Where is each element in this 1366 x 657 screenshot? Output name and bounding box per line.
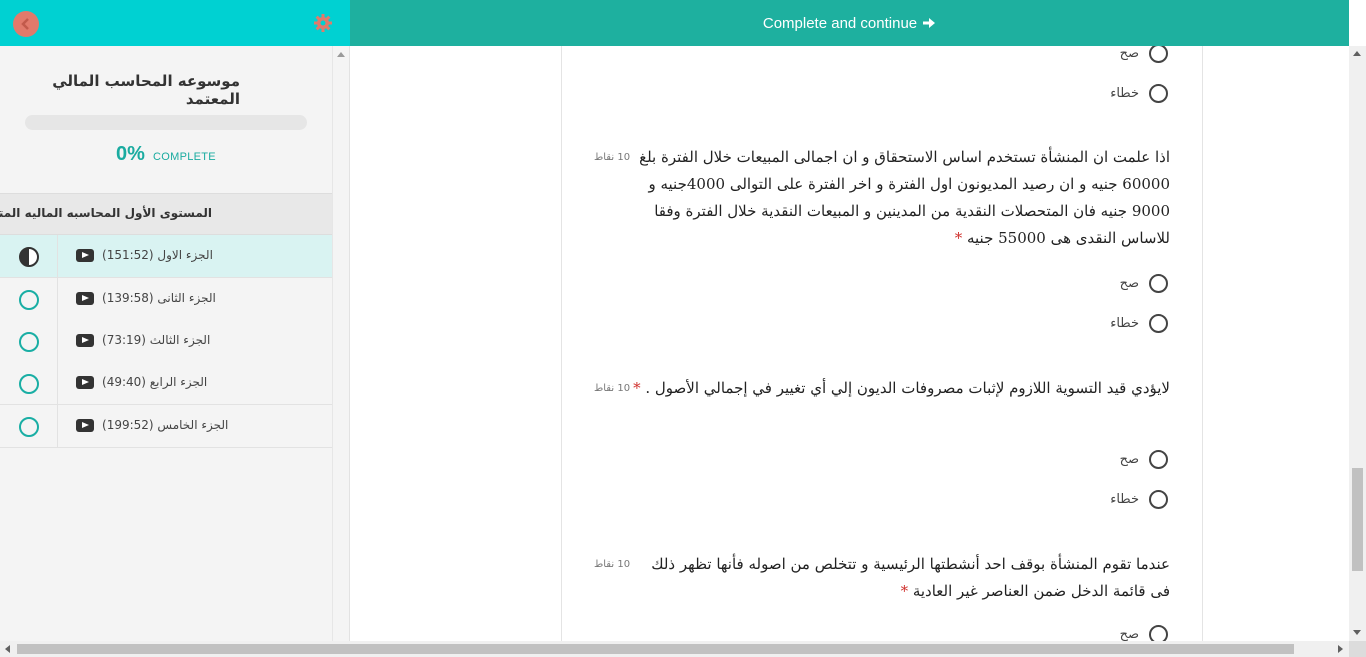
video-play-icon — [76, 249, 94, 262]
question-points: 10 نقاط — [594, 152, 631, 163]
scroll-left-arrow-icon[interactable] — [5, 645, 10, 653]
required-mark: * — [954, 229, 963, 247]
option-true[interactable]: صح — [1120, 46, 1168, 64]
option-false[interactable]: خطاء — [1110, 82, 1168, 104]
course-sidebar: موسوعه المحاسب المالي المعتمد 0% COMPLET… — [0, 0, 350, 657]
page-horizontal-scrollbar[interactable] — [0, 641, 1349, 657]
radio-button[interactable] — [1149, 489, 1168, 509]
radio-button[interactable] — [1149, 313, 1168, 333]
circle-icon — [18, 331, 39, 352]
lesson-label: (الجزء الثانى (139:58 — [102, 291, 216, 305]
scroll-up-arrow-icon[interactable] — [1353, 51, 1361, 56]
quiz-content: صح خطاء اذا علمت ان المنشأة تستخدم اساس … — [561, 46, 1203, 641]
radio-button[interactable] — [1149, 449, 1168, 469]
complete-and-continue-label: Complete and continue — [762, 14, 918, 32]
lesson-label: (الجزء الاول (151:52 — [102, 248, 213, 262]
option-false[interactable]: خطاء — [1110, 312, 1168, 334]
question-body: اذا علمت ان المنشأة تستخدم اساس الاستحقا… — [639, 148, 1170, 247]
lesson-item[interactable]: (الجزء الرابع (49:40 — [0, 362, 332, 405]
lesson-status — [0, 405, 58, 448]
lesson-status — [0, 362, 58, 405]
progress-percent: 0% — [116, 143, 145, 165]
scrollbar-thumb[interactable] — [17, 644, 1294, 654]
option-label: خطاء — [1110, 85, 1139, 101]
lesson-status — [0, 278, 58, 321]
radio-button[interactable] — [1149, 83, 1168, 103]
settings-button[interactable] — [313, 13, 333, 33]
question-points: 10 نقاط — [594, 383, 631, 394]
complete-and-continue-button[interactable]: Complete and continue — [350, 0, 1349, 46]
lesson-label: (الجزء الخامس (199:52 — [102, 418, 229, 432]
circle-icon — [18, 373, 39, 394]
option-label: خطاء — [1110, 315, 1139, 331]
video-play-icon — [76, 376, 94, 389]
lesson-item[interactable]: (الجزء الخامس (199:52 — [0, 405, 332, 448]
radio-button[interactable] — [1149, 46, 1168, 63]
radio-button[interactable] — [1149, 624, 1168, 641]
video-play-icon — [76, 334, 94, 347]
arrow-right-icon — [923, 18, 936, 28]
question-text: لايؤدي قيد التسوية اللازوم لإثبات مصروفا… — [630, 375, 1170, 402]
question-body: عندما تقوم المنشأة بوقف احد أنشطتها الرئ… — [651, 555, 1170, 600]
sidebar-scrollbar[interactable] — [332, 46, 349, 641]
option-true[interactable]: صح — [1120, 272, 1168, 294]
question-text: عندما تقوم المنشأة بوقف احد أنشطتها الرئ… — [630, 551, 1170, 605]
option-label: صح — [1119, 626, 1139, 642]
circle-icon — [18, 416, 39, 437]
option-true[interactable]: صح — [1120, 448, 1168, 470]
scrollbar-thumb[interactable] — [1352, 468, 1363, 571]
course-progress-bar — [25, 115, 307, 130]
back-button[interactable] — [13, 11, 39, 37]
option-false[interactable]: خطاء — [1110, 488, 1168, 510]
scroll-right-arrow-icon[interactable] — [1338, 645, 1343, 653]
scroll-up-arrow-icon[interactable] — [337, 52, 345, 57]
question-body: لايؤدي قيد التسوية اللازوم لإثبات مصروفا… — [645, 379, 1170, 397]
lesson-item[interactable]: (الجزء الاول (151:52 — [0, 235, 332, 278]
required-mark: * — [633, 379, 641, 397]
progress-complete-label: COMPLETE — [153, 151, 216, 163]
option-label: صح — [1119, 46, 1139, 61]
chevron-left-icon — [21, 18, 29, 30]
half-circle-icon — [18, 246, 39, 267]
radio-button[interactable] — [1149, 273, 1168, 293]
question-text: اذا علمت ان المنشأة تستخدم اساس الاستحقا… — [630, 144, 1170, 252]
lesson-label: (الجزء الثالث (73:19 — [102, 333, 211, 347]
sidebar-header — [0, 0, 350, 46]
option-label: صح — [1119, 275, 1139, 291]
video-play-icon — [76, 419, 94, 432]
video-play-icon — [76, 292, 94, 305]
option-label: صح — [1119, 451, 1139, 467]
circle-icon — [18, 289, 39, 310]
option-label: خطاء — [1110, 491, 1139, 507]
scrollbar-corner — [1349, 641, 1366, 657]
lesson-status — [0, 320, 58, 363]
section-header: المستوى الأول المحاسبه الماليه المتقدمه — [0, 193, 332, 235]
scroll-down-arrow-icon[interactable] — [1353, 630, 1361, 635]
gear-icon — [314, 14, 332, 32]
course-title: موسوعه المحاسب المالي المعتمد — [52, 72, 240, 108]
section-title: المستوى الأول المحاسبه الماليه المتقدمه — [0, 206, 212, 220]
page-vertical-scrollbar[interactable] — [1349, 46, 1366, 641]
option-true[interactable]: صح — [1120, 623, 1168, 641]
lesson-label: (الجزء الرابع (49:40 — [102, 375, 208, 389]
lesson-item[interactable]: (الجزء الثالث (73:19 — [0, 320, 332, 363]
lesson-status — [0, 235, 58, 278]
required-mark: * — [900, 582, 909, 600]
question-points: 10 نقاط — [594, 559, 631, 570]
course-progress-text: 0% COMPLETE — [0, 143, 332, 166]
lesson-item[interactable]: (الجزء الثانى (139:58 — [0, 278, 332, 321]
